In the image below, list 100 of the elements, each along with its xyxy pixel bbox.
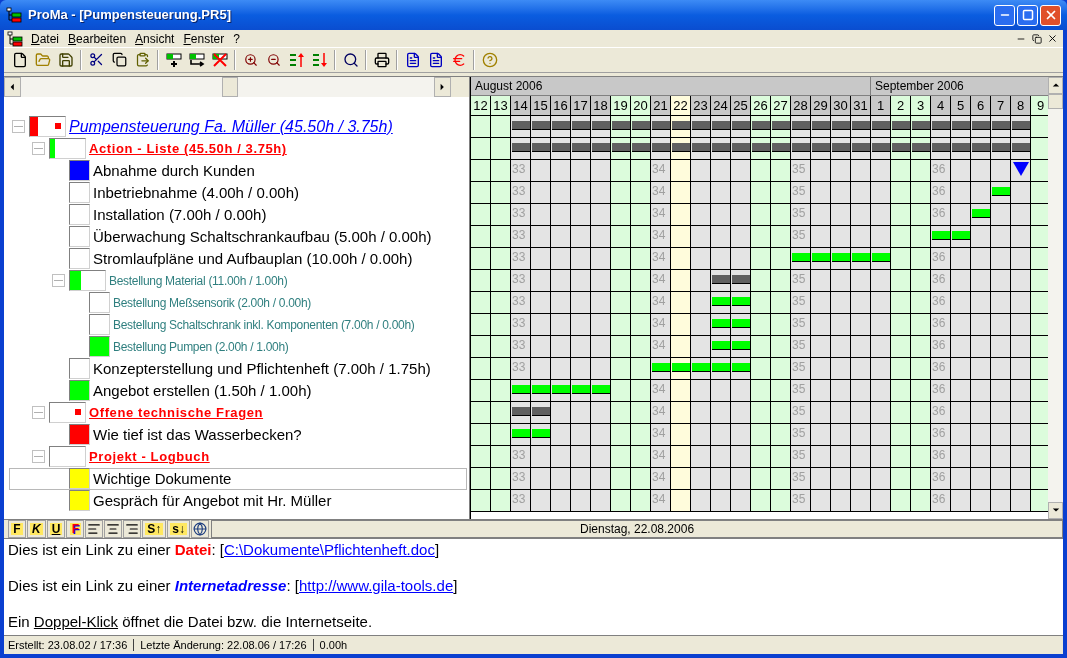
format-button[interactable]: K <box>27 519 46 538</box>
summary-bar[interactable] <box>732 142 750 152</box>
summary-bar[interactable] <box>632 142 650 152</box>
summary-bar[interactable] <box>952 142 970 152</box>
tree-row[interactable]: Bestellung Material (11.00h / 1.00h) <box>9 269 467 292</box>
summary-bar[interactable] <box>932 120 950 130</box>
task-bar[interactable] <box>572 384 590 394</box>
summary-bar[interactable] <box>972 120 990 130</box>
summary-bar[interactable] <box>692 142 710 152</box>
format-button[interactable]: U <box>46 519 66 538</box>
task-label[interactable]: Bestellung Pumpen (2.00h / 1.00h) <box>113 340 289 353</box>
summary-bar[interactable] <box>552 142 570 152</box>
summary-bar[interactable] <box>572 142 590 152</box>
summary-bar[interactable] <box>532 142 550 152</box>
document-link[interactable]: http://www.gila-tools.de <box>299 576 454 594</box>
summary-bar[interactable] <box>832 120 850 130</box>
task-bar[interactable] <box>932 230 950 240</box>
summary-bar[interactable] <box>932 142 950 152</box>
summary-bar[interactable] <box>632 120 650 130</box>
task-bar[interactable] <box>592 384 610 394</box>
summary-bar[interactable] <box>772 120 790 130</box>
status-box[interactable] <box>69 160 90 182</box>
status-box[interactable] <box>69 358 90 380</box>
summary-bar[interactable] <box>1012 120 1030 130</box>
status-box[interactable] <box>69 468 90 490</box>
summary-bar[interactable] <box>872 142 890 152</box>
task-bar[interactable] <box>732 318 750 328</box>
summary-bar[interactable] <box>652 120 670 130</box>
restore-button[interactable] <box>1029 31 1044 46</box>
task-label[interactable]: Bestellung Material (11.00h / 1.00h) <box>109 274 288 287</box>
task-bar[interactable] <box>712 296 730 306</box>
format-button[interactable] <box>123 519 142 538</box>
task-bar[interactable] <box>512 428 530 438</box>
summary-bar[interactable] <box>532 120 550 130</box>
format-button[interactable] <box>104 519 123 538</box>
collapse-toggle[interactable] <box>32 450 45 464</box>
status-box[interactable] <box>89 314 110 336</box>
summary-bar[interactable] <box>732 120 750 130</box>
summary-bar[interactable] <box>552 120 570 130</box>
note-editor[interactable]: Dies ist ein Link zu einer Datei: [C:\Dokumente\Pflichtenheft.doc] Dies ist ein Link zu einer Internetadresse: [http://www.gila-tools.de] Ein Doppel-Klick öffnet die Datei bzw. die Internetseite. <box>4 538 1063 637</box>
scroll-right-button[interactable] <box>434 76 451 97</box>
maximize-button[interactable] <box>1017 4 1038 26</box>
task-label[interactable]: Abnahme durch Kunden <box>93 163 255 179</box>
tree-row[interactable]: Konzepterstellung und Pflichtenheft (7.00h / 1.75h) <box>9 357 467 380</box>
summary-bar[interactable] <box>532 406 550 416</box>
task-label[interactable]: Installation (7.00h / 0.00h) <box>93 207 267 223</box>
task-bar[interactable] <box>792 252 810 262</box>
status-box[interactable] <box>69 490 90 512</box>
summary-bar[interactable] <box>652 142 670 152</box>
summary-bar[interactable] <box>792 142 810 152</box>
horizontal-scrollbar[interactable] <box>4 76 451 97</box>
summary-bar[interactable] <box>752 120 770 130</box>
tree-row[interactable]: Wie tief ist das Wasserbecken? <box>9 423 467 446</box>
status-box[interactable] <box>69 204 90 226</box>
summary-bar[interactable] <box>612 120 630 130</box>
collapse-toggle[interactable] <box>52 274 65 288</box>
document-link[interactable]: C:\Dokumente\Pflichtenheft.doc <box>223 540 435 558</box>
tree-row[interactable]: Installation (7.00h / 0.00h) <box>9 203 467 226</box>
scroll-up-button[interactable] <box>1048 76 1063 94</box>
menu-item[interactable]: ? <box>233 29 240 48</box>
format-button[interactable] <box>191 519 210 538</box>
format-button[interactable] <box>85 519 104 538</box>
summary-bar[interactable] <box>892 142 910 152</box>
task-label[interactable]: Stromlaufpläne und Aufbauplan (10.00h / 0.00h) <box>93 251 413 267</box>
task-label[interactable]: Gespräch für Angebot mit Hr. Müller <box>93 493 332 509</box>
status-box[interactable] <box>69 248 90 270</box>
task-bar[interactable] <box>992 186 1010 196</box>
tree-row[interactable]: Projekt - Logbuch <box>9 445 467 468</box>
task-bar[interactable] <box>692 362 710 372</box>
status-box[interactable] <box>69 424 90 446</box>
tree-row[interactable]: Gespräch für Angebot mit Hr. Müller <box>9 489 467 512</box>
task-label[interactable]: Pumpensteuerung Fa. Müller (45.50h / 3.75h) <box>69 118 393 135</box>
menu-item[interactable]: Fenster <box>183 29 225 48</box>
summary-bar[interactable] <box>692 120 710 130</box>
summary-bar[interactable] <box>852 120 870 130</box>
task-bar[interactable] <box>732 362 750 372</box>
status-box[interactable] <box>69 380 90 402</box>
tree-row[interactable]: Pumpensteuerung Fa. Müller (45.50h / 3.75h) <box>9 115 467 138</box>
scroll-left-button[interactable] <box>4 76 21 97</box>
tree-row[interactable]: Bestellung Pumpen (2.00h / 1.00h) <box>9 335 467 358</box>
summary-bar[interactable] <box>512 142 530 152</box>
task-bar[interactable] <box>712 362 730 372</box>
summary-bar[interactable] <box>512 120 530 130</box>
summary-bar[interactable] <box>712 142 730 152</box>
summary-bar[interactable] <box>672 120 690 130</box>
task-label[interactable]: Wie tief ist das Wasserbecken? <box>93 427 302 443</box>
summary-bar[interactable] <box>952 120 970 130</box>
summary-bar[interactable] <box>592 120 610 130</box>
tree-row[interactable]: Bestellung Meßsensorik (2.00h / 0.00h) <box>9 291 467 314</box>
task-bar[interactable] <box>852 252 870 262</box>
summary-bar[interactable] <box>772 142 790 152</box>
task-bar[interactable] <box>952 230 970 240</box>
collapse-toggle[interactable] <box>32 142 45 156</box>
tree-row[interactable]: Offene technische Fragen <box>9 401 467 424</box>
format-button[interactable]: s↓ <box>167 519 191 538</box>
milestone-icon[interactable] <box>1013 161 1029 176</box>
summary-bar[interactable] <box>892 120 910 130</box>
summary-bar[interactable] <box>852 142 870 152</box>
minimize-button[interactable] <box>994 4 1015 26</box>
summary-bar[interactable] <box>592 142 610 152</box>
